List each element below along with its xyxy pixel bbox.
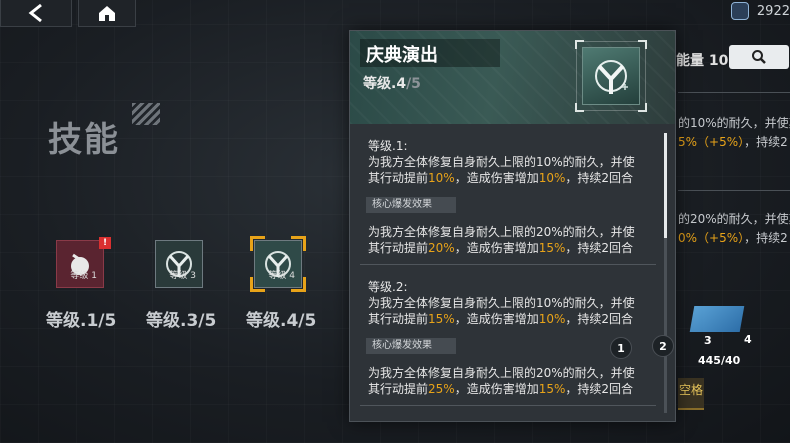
energy-label: 能量 10	[676, 53, 729, 69]
cube-icon	[730, 2, 749, 20]
alert-badge: !	[99, 237, 111, 249]
right-text-1: 的10%的耐久，并使其	[678, 116, 790, 130]
space-key-button[interactable]: 空格	[678, 378, 704, 410]
search-button[interactable]	[729, 45, 789, 69]
entry-line: 为我方全体修复自身耐久上限的10%的耐久，并使	[368, 155, 635, 169]
entry-level-title: 等级.2:	[368, 280, 408, 294]
skill-level-label: 等级.1/5	[46, 311, 117, 331]
divider	[678, 92, 790, 93]
step-marker-2: 2	[652, 335, 674, 357]
entry-line: 为我方全体修复自身耐久上限的10%的耐久，并使	[368, 296, 635, 310]
entry-line: 为我方全体修复自身耐久上限的20%的耐久，并使	[368, 225, 635, 239]
entry-line: 为我方全体修复自身耐久上限的20%的耐久，并使	[368, 366, 635, 380]
right-text-2: 的20%的耐久，并使其	[678, 212, 790, 226]
core-burst-tag: 核心爆发效果	[366, 197, 456, 213]
entry-line: 其行动提前25%，造成伤害增加15%，持续2回合	[368, 382, 634, 396]
chevron-left-icon	[28, 3, 42, 23]
skill-level-label: 等级.3/5	[146, 311, 217, 331]
home-button[interactable]	[78, 0, 136, 27]
item-card[interactable]	[689, 306, 745, 332]
skill-level-label: 等级.4/5	[246, 311, 317, 331]
scrollbar-thumb[interactable]	[664, 133, 667, 238]
card-count: 445/40	[698, 354, 741, 367]
search-icon	[752, 50, 766, 64]
skill-small-level: 等级 1	[70, 271, 97, 281]
currency-display: 2922	[730, 2, 790, 20]
divider	[678, 190, 790, 191]
entry-separator	[360, 405, 656, 406]
selection-corner	[250, 236, 265, 251]
card-right-number: 4	[744, 333, 752, 346]
skill-node-2[interactable]: 等级 3	[151, 236, 207, 292]
detail-skill-icon	[575, 40, 647, 112]
right-text-1b: 5%（+5%），持续2	[678, 135, 788, 149]
selection-corner	[291, 277, 306, 292]
heading-stripes	[132, 103, 160, 125]
skill-detail-panel: 庆典演出 等级.4/5 等级.1: 为我方全体修复自身耐久上限的10%的耐久，并…	[349, 30, 676, 422]
detail-title: 庆典演出	[366, 45, 438, 66]
step-marker-1: 1	[610, 337, 632, 359]
currency-amount: 2922	[756, 3, 790, 19]
skill-small-level: 等级 3	[169, 271, 196, 281]
detail-level: 等级.4/5	[363, 76, 421, 92]
core-burst-tag: 核心爆发效果	[366, 338, 456, 354]
back-button[interactable]	[0, 0, 72, 27]
right-text-2b: 0%（+5%），持续2	[678, 231, 788, 245]
detail-body[interactable]: 等级.1: 为我方全体修复自身耐久上限的10%的耐久，并使 其行动提前10%，造…	[350, 124, 675, 421]
entry-line: 其行动提前15%，造成伤害增加10%，持续2回合	[368, 312, 634, 326]
skill-node-1[interactable]: 等级 1 !	[52, 236, 111, 292]
skill-node-3-selected[interactable]: 等级 4	[250, 236, 306, 292]
emblem-icon	[595, 60, 628, 94]
entry-line: 其行动提前10%，造成伤害增加10%，持续2回合	[368, 171, 634, 185]
entry-level-title: 等级.1:	[368, 139, 408, 153]
entry-separator	[360, 264, 656, 265]
card-left-number: 3	[704, 334, 712, 347]
home-icon	[99, 6, 115, 21]
skills-heading: 技能	[48, 120, 120, 160]
selection-corner	[291, 236, 306, 251]
entry-line: 其行动提前20%，造成伤害增加15%，持续2回合	[368, 241, 634, 255]
selection-corner	[250, 277, 265, 292]
